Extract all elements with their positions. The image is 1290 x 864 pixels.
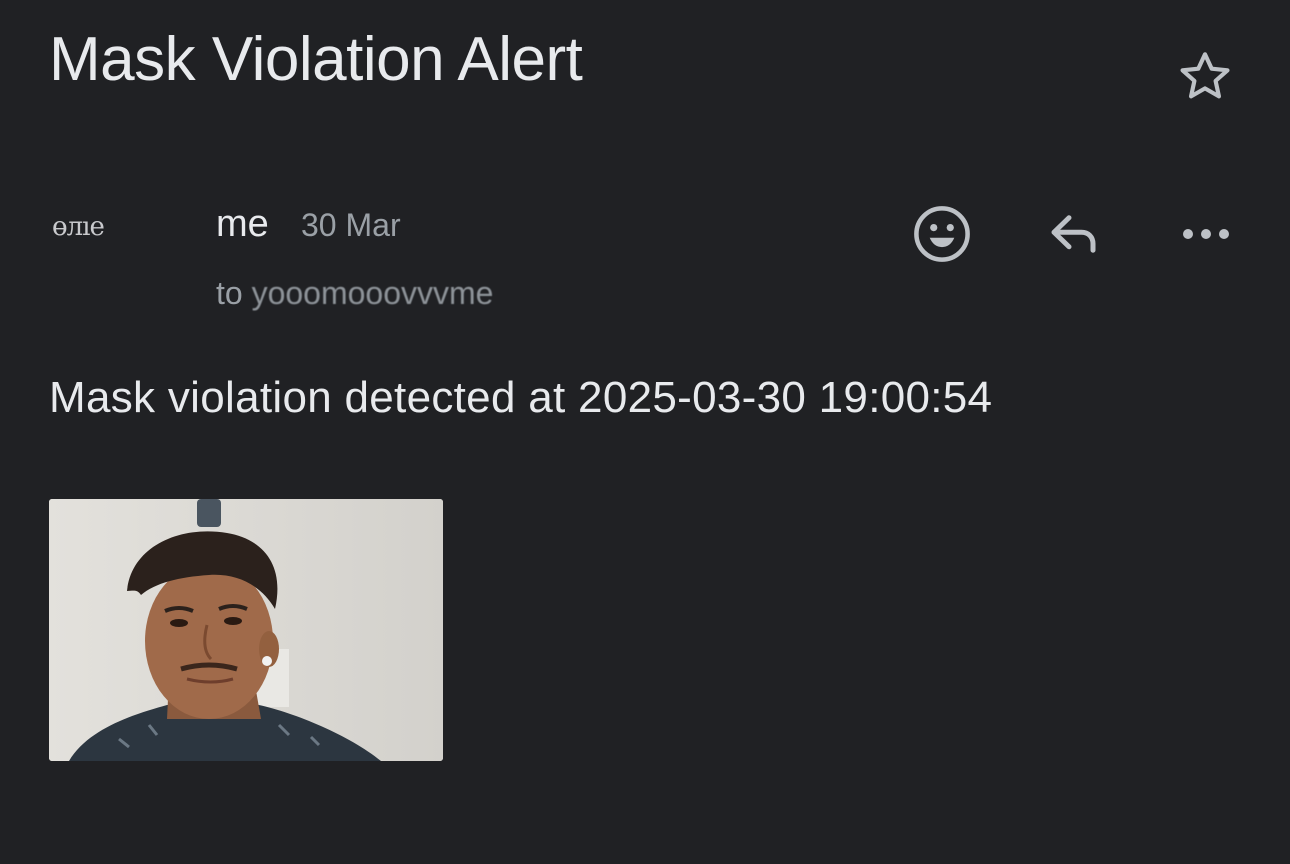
more-options-button[interactable] [1166,194,1246,274]
star-outline-icon [1180,52,1230,99]
reply-icon [1051,215,1096,253]
add-reaction-button[interactable] [902,194,982,274]
email-detail-view: Mask Violation Alert ɵᴫıe me 30 Mar to y… [0,0,1290,864]
star-button[interactable] [1172,44,1238,110]
more-horizontal-icon [1183,229,1229,239]
email-body-text: Mask violation detected at 2025-03-30 19… [49,373,993,422]
sender-avatar-text: ɵᴫıe [52,212,105,242]
attachment-photo [49,499,443,761]
emoji-react-icon [914,206,970,262]
recipient-line[interactable]: to yooomooovvvme [216,274,493,312]
recipient-prefix: to [216,275,243,311]
recipient-address: yooomooovvvme [251,275,494,311]
email-subject: Mask Violation Alert [49,25,583,94]
attachment-image[interactable] [49,499,443,761]
reply-button[interactable] [1034,194,1114,274]
sent-date: 30 Mar [301,207,401,243]
sender-avatar[interactable]: ɵᴫıe [52,192,162,262]
sender-name[interactable]: me [216,202,269,246]
